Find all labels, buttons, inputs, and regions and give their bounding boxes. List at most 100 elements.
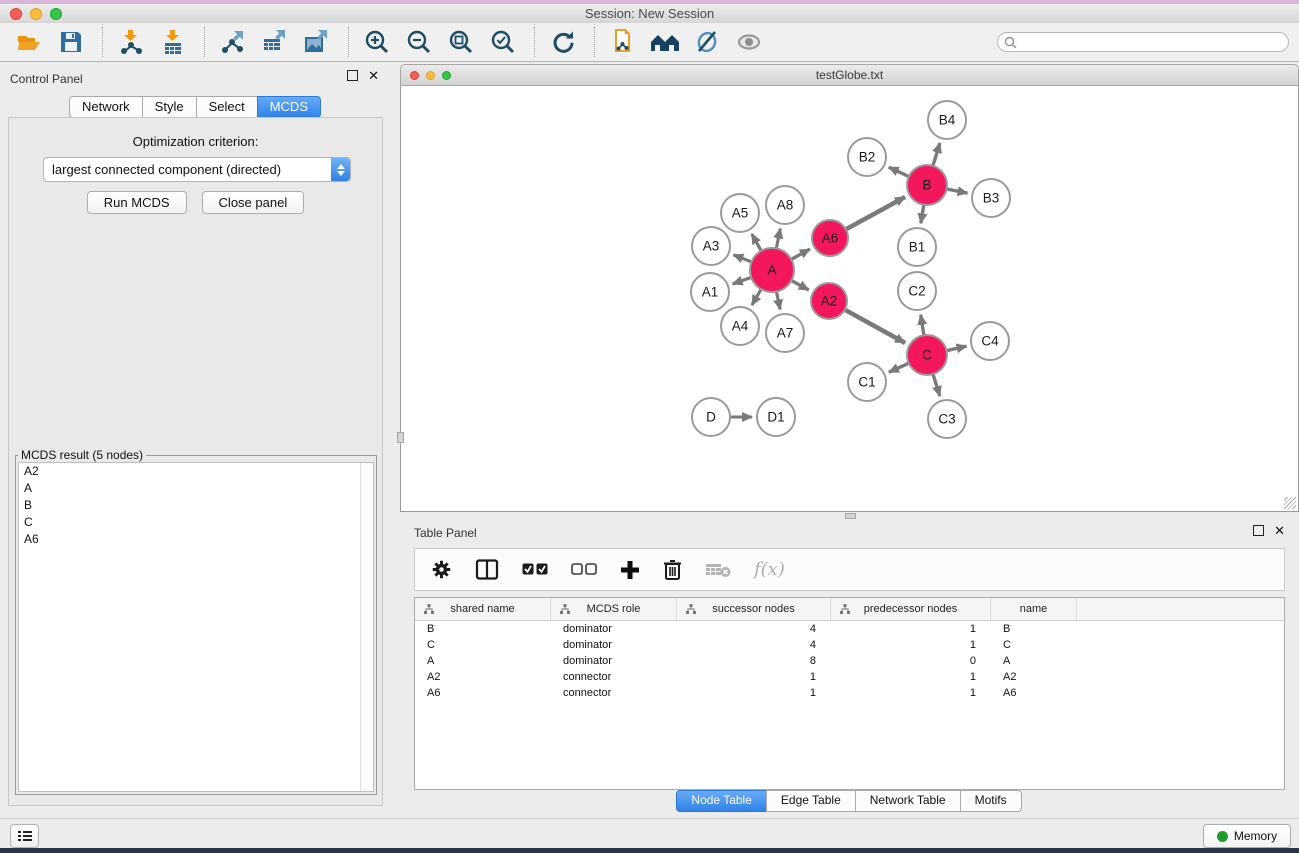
- app-titlebar[interactable]: Session: New Session: [0, 4, 1299, 24]
- table-row[interactable]: Cdominator41C: [415, 637, 1284, 653]
- export-image-button[interactable]: [302, 27, 332, 57]
- refresh-button[interactable]: [548, 27, 578, 57]
- hide-graphics-details-button[interactable]: [692, 27, 722, 57]
- node-table[interactable]: shared name MCDS role successor nodesprede…: [414, 597, 1285, 790]
- apply-function-button[interactable]: f(x): [754, 559, 785, 580]
- column-header-successor-nodes[interactable]: successor nodes: [677, 598, 831, 620]
- list-scrollbar[interactable]: [360, 463, 373, 791]
- node-A[interactable]: A: [750, 248, 794, 292]
- network-window-titlebar[interactable]: testGlobe.txt: [400, 64, 1299, 86]
- tab-select[interactable]: Select: [196, 96, 258, 118]
- horizontal-splitter-handle[interactable]: [845, 513, 856, 519]
- run-mcds-button[interactable]: Run MCDS: [87, 191, 187, 214]
- export-network-button[interactable]: [218, 27, 248, 57]
- delete-table-button[interactable]: [705, 562, 731, 578]
- float-panel-icon[interactable]: [347, 70, 358, 81]
- node-A1[interactable]: A1: [691, 273, 729, 311]
- vertical-splitter-handle[interactable]: [397, 432, 404, 443]
- memory-status-icon: [1217, 831, 1228, 842]
- node-A8[interactable]: A8: [766, 186, 804, 224]
- node-B2[interactable]: B2: [848, 138, 886, 176]
- node-C[interactable]: C: [907, 335, 947, 375]
- import-network-button[interactable]: [116, 27, 146, 57]
- network-canvas[interactable]: B4 B2 B B3 B1 A5A8 A6 A3 A A1 A2 C2 A4A7 C C4 C1 C3 D D1: [400, 86, 1299, 512]
- select-all-button[interactable]: [522, 563, 548, 576]
- column-header-predecessor-nodes[interactable]: predecessor nodes: [831, 598, 991, 620]
- node-A2[interactable]: A2: [811, 283, 847, 319]
- tab-edge-table[interactable]: Edge Table: [766, 790, 856, 812]
- table-row[interactable]: Adominator80A: [415, 653, 1284, 669]
- node-B4[interactable]: B4: [928, 101, 966, 139]
- show-details-button[interactable]: [734, 27, 764, 57]
- tab-network[interactable]: Network: [69, 96, 143, 118]
- svg-text:B2: B2: [859, 150, 876, 165]
- node-C4[interactable]: C4: [971, 322, 1009, 360]
- node-C2[interactable]: C2: [898, 272, 936, 310]
- window-resize-grip[interactable]: [1284, 497, 1296, 509]
- memory-button[interactable]: Memory: [1203, 824, 1291, 848]
- node-B1[interactable]: B1: [898, 228, 936, 266]
- close-panel-icon[interactable]: ✕: [1274, 526, 1285, 536]
- control-panel-tabs: NetworkStyleSelectMCDS: [0, 96, 391, 118]
- criterion-dropdown[interactable]: largest connected component (directed): [43, 157, 351, 182]
- export-table-button[interactable]: [260, 27, 290, 57]
- node-D1[interactable]: D1: [757, 398, 795, 436]
- tab-node-table[interactable]: Node Table: [676, 790, 767, 812]
- node-A7[interactable]: A7: [766, 314, 804, 352]
- save-session-button[interactable]: [56, 27, 86, 57]
- node-C1[interactable]: C1: [848, 363, 886, 401]
- mcds-result-list[interactable]: A2ABCA6: [18, 462, 374, 792]
- node-A5[interactable]: A5: [721, 194, 759, 232]
- cell-MCDS-role: dominator: [551, 639, 677, 651]
- result-list-item[interactable]: A2: [19, 463, 373, 480]
- delete-column-button[interactable]: [663, 559, 682, 580]
- session-from-network-button[interactable]: [608, 27, 638, 57]
- result-list-item[interactable]: B: [19, 497, 373, 514]
- zoom-fit-button[interactable]: [446, 27, 476, 57]
- float-panel-icon[interactable]: [1253, 525, 1264, 536]
- tab-style[interactable]: Style: [142, 96, 197, 118]
- tab-mcds[interactable]: MCDS: [257, 96, 321, 118]
- column-header-name[interactable]: name: [991, 598, 1077, 620]
- import-table-button[interactable]: [158, 27, 188, 57]
- home-button[interactable]: [650, 27, 680, 57]
- task-history-button[interactable]: [10, 824, 39, 848]
- zoom-selected-button[interactable]: [488, 27, 518, 57]
- node-B[interactable]: B: [907, 165, 947, 205]
- svg-text:A6: A6: [822, 231, 839, 246]
- node-B3[interactable]: B3: [972, 179, 1010, 217]
- result-list-item[interactable]: C: [19, 514, 373, 531]
- table-row[interactable]: A6connector11A6: [415, 685, 1284, 701]
- tab-motifs[interactable]: Motifs: [960, 790, 1022, 812]
- cell-MCDS-role: connector: [551, 671, 677, 683]
- open-file-button[interactable]: [14, 27, 44, 57]
- column-header-MCDS-role[interactable]: MCDS role: [551, 598, 677, 620]
- create-column-button[interactable]: [620, 560, 640, 580]
- zoom-out-button[interactable]: [404, 27, 434, 57]
- show-columns-button[interactable]: [475, 559, 499, 580]
- deselect-all-button[interactable]: [571, 563, 597, 576]
- cell-successor-nodes: 1: [677, 671, 831, 683]
- close-panel-button[interactable]: Close panel: [202, 191, 305, 214]
- deselect-all-checkboxes-icon: [571, 563, 597, 576]
- table-row[interactable]: A2connector11A2: [415, 669, 1284, 685]
- column-header-shared-name[interactable]: shared name: [415, 598, 551, 620]
- node-A4[interactable]: A4: [721, 307, 759, 345]
- node-A3[interactable]: A3: [692, 227, 730, 265]
- column-header-label: MCDS role: [587, 603, 641, 615]
- result-list-item[interactable]: A6: [19, 531, 373, 548]
- node-A6[interactable]: A6: [812, 220, 848, 256]
- search-box[interactable]: [997, 32, 1289, 52]
- table-row[interactable]: Bdominator41B: [415, 621, 1284, 637]
- node-D[interactable]: D: [692, 398, 730, 436]
- table-settings-button[interactable]: [431, 559, 452, 580]
- network-graph[interactable]: B4 B2 B B3 B1 A5A8 A6 A3 A A1 A2 C2 A4A7 C C4 C1 C3 D D1: [401, 86, 1298, 510]
- open-folder-icon: [16, 29, 42, 55]
- search-input[interactable]: [1021, 34, 1288, 50]
- close-panel-icon[interactable]: ✕: [368, 71, 379, 81]
- select-all-checkboxes-icon: [522, 563, 548, 576]
- node-C3[interactable]: C3: [928, 400, 966, 438]
- tab-network-table[interactable]: Network Table: [855, 790, 961, 812]
- zoom-in-button[interactable]: [362, 27, 392, 57]
- result-list-item[interactable]: A: [19, 480, 373, 497]
